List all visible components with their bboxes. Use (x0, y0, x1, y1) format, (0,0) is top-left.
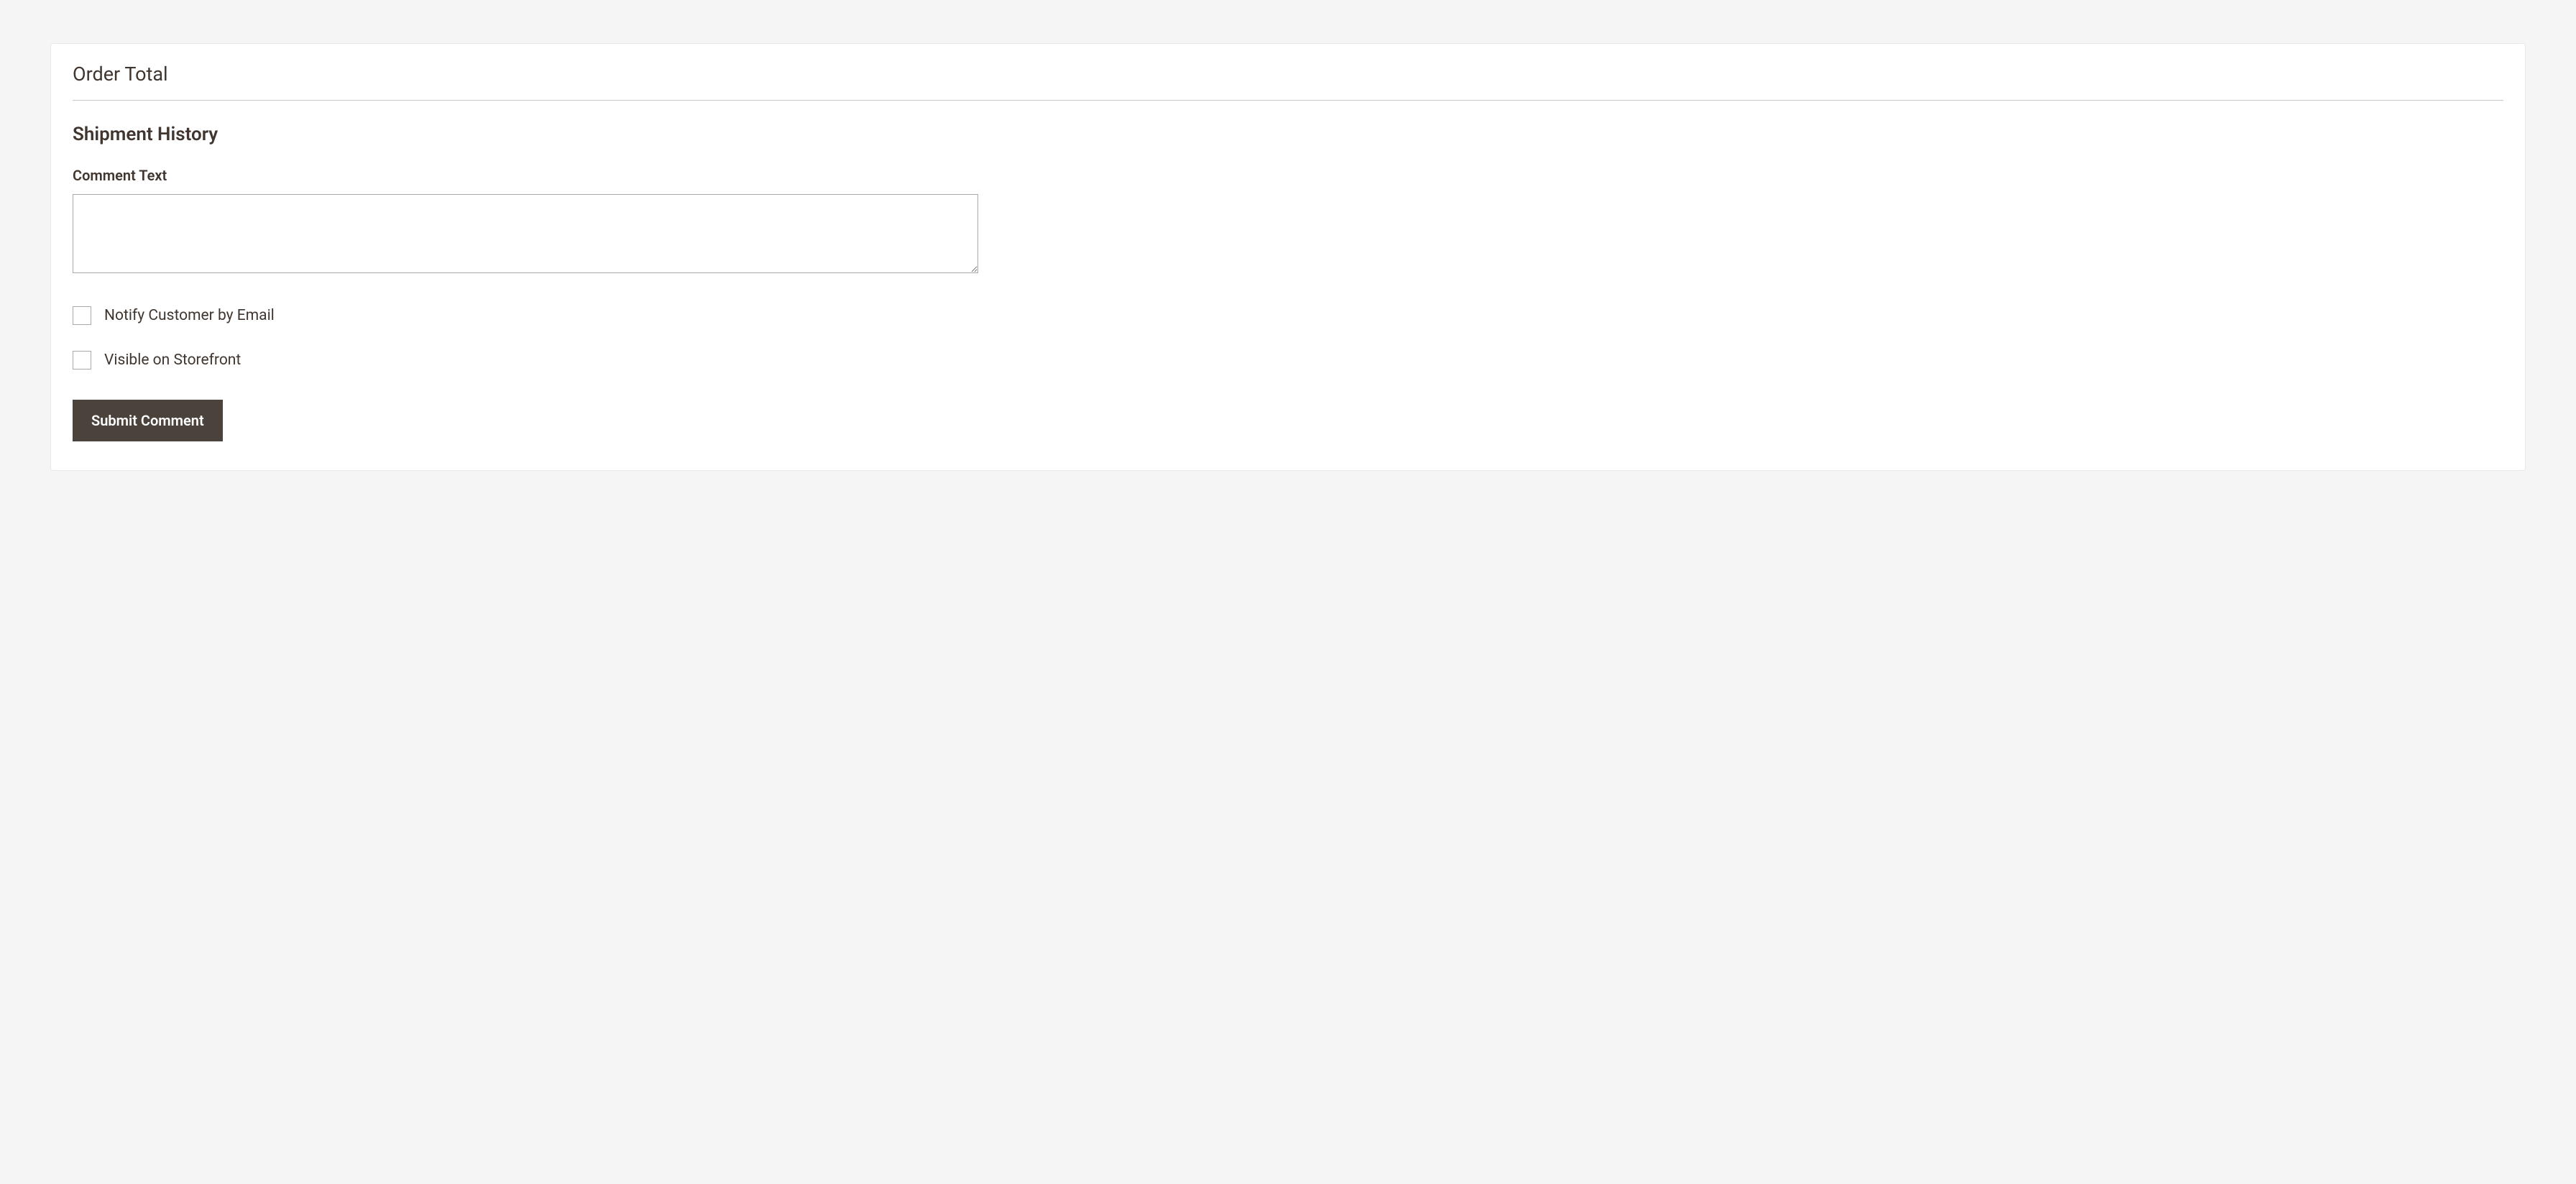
order-total-panel: Order Total Shipment History Comment Tex… (50, 43, 2526, 471)
notify-customer-row: Notify Customer by Email (73, 306, 2503, 325)
notify-customer-label[interactable]: Notify Customer by Email (104, 307, 275, 324)
comment-text-label: Comment Text (73, 167, 2503, 184)
visible-storefront-row: Visible on Storefront (73, 351, 2503, 370)
section-title: Order Total (73, 58, 2503, 101)
shipment-history-title: Shipment History (73, 124, 2503, 145)
visible-storefront-checkbox[interactable] (73, 351, 91, 370)
visible-storefront-label[interactable]: Visible on Storefront (104, 352, 241, 369)
submit-comment-button[interactable]: Submit Comment (73, 400, 223, 441)
notify-customer-checkbox[interactable] (73, 306, 91, 325)
comment-text-input[interactable] (73, 194, 978, 273)
